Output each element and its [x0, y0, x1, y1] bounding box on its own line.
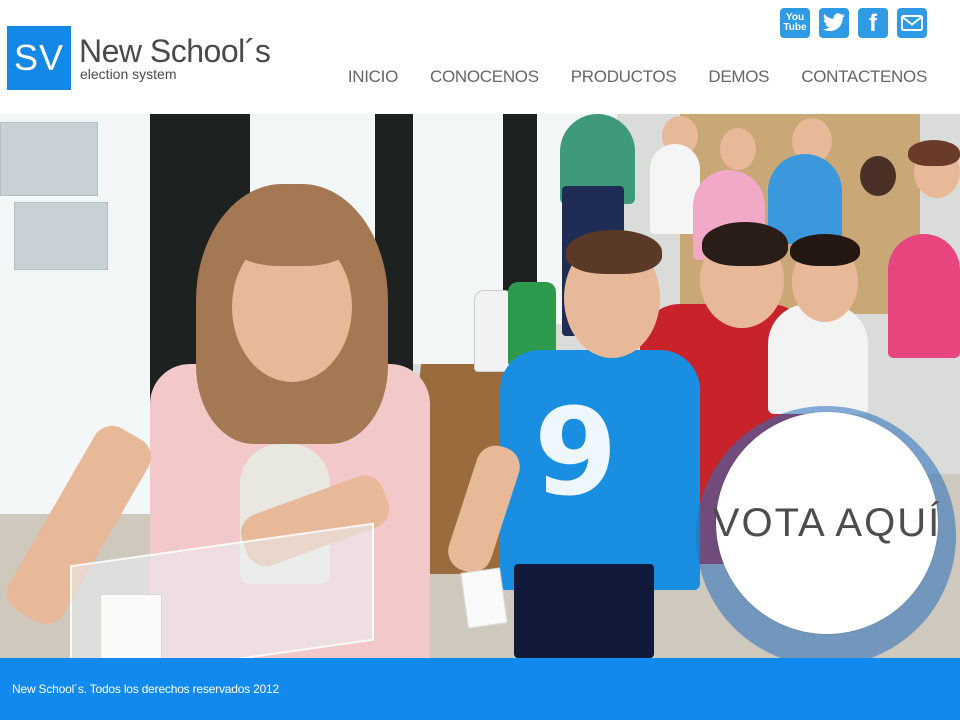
wall-poster — [0, 122, 98, 196]
nav-demos[interactable]: DEMOS — [708, 67, 769, 87]
ballot-paper — [100, 594, 162, 658]
site-footer: New School´s. Todos los derechos reserva… — [0, 658, 960, 720]
child-hair — [908, 140, 960, 166]
logo-wordmark: New School´s election system — [79, 33, 271, 82]
vote-here-button[interactable]: VOTA AQUÍ — [712, 412, 942, 634]
wall-poster — [14, 202, 108, 270]
child-head — [720, 128, 756, 170]
child-hair — [702, 222, 788, 266]
ballot-paper — [460, 567, 508, 629]
social-links: You Tube f — [780, 8, 927, 38]
child-head — [860, 156, 896, 196]
logo-initials: SV — [7, 26, 71, 90]
nav-productos[interactable]: PRODUCTOS — [571, 67, 677, 87]
twitter-bird-glyph — [823, 13, 845, 32]
site-header: SV New School´s election system You Tube… — [0, 0, 960, 114]
vote-here-label: VOTA AQUÍ — [712, 500, 942, 545]
footer-copyright: New School´s. Todos los derechos reserva… — [12, 682, 279, 696]
site-logo[interactable]: SV New School´s election system — [7, 26, 271, 90]
facebook-icon[interactable]: f — [858, 8, 888, 38]
nav-conocenos[interactable]: CONOCENOS — [430, 67, 539, 87]
envelope-icon[interactable] — [897, 8, 927, 38]
facebook-glyph: f — [869, 10, 877, 37]
child-hair — [566, 230, 662, 274]
envelope-glyph — [901, 15, 923, 31]
child-hair — [790, 234, 860, 266]
child-shirt-magenta — [888, 234, 960, 358]
twitter-bird-icon[interactable] — [819, 8, 849, 38]
youtube-icon[interactable]: You Tube — [780, 8, 810, 38]
girl-fringe — [226, 196, 358, 266]
youtube-label-bottom: Tube — [783, 22, 807, 33]
nav-contactenos[interactable]: CONTACTENOS — [801, 67, 927, 87]
logo-name: New School´s — [79, 33, 271, 69]
shirt-number: 9 — [534, 384, 618, 523]
nav-inicio[interactable]: INICIO — [348, 67, 398, 87]
hero-photo: 9 VOTA AQUÍ — [0, 114, 960, 658]
child-trousers — [514, 564, 654, 658]
main-nav: INICIO CONOCENOS PRODUCTOS DEMOS CONTACT… — [348, 67, 927, 87]
